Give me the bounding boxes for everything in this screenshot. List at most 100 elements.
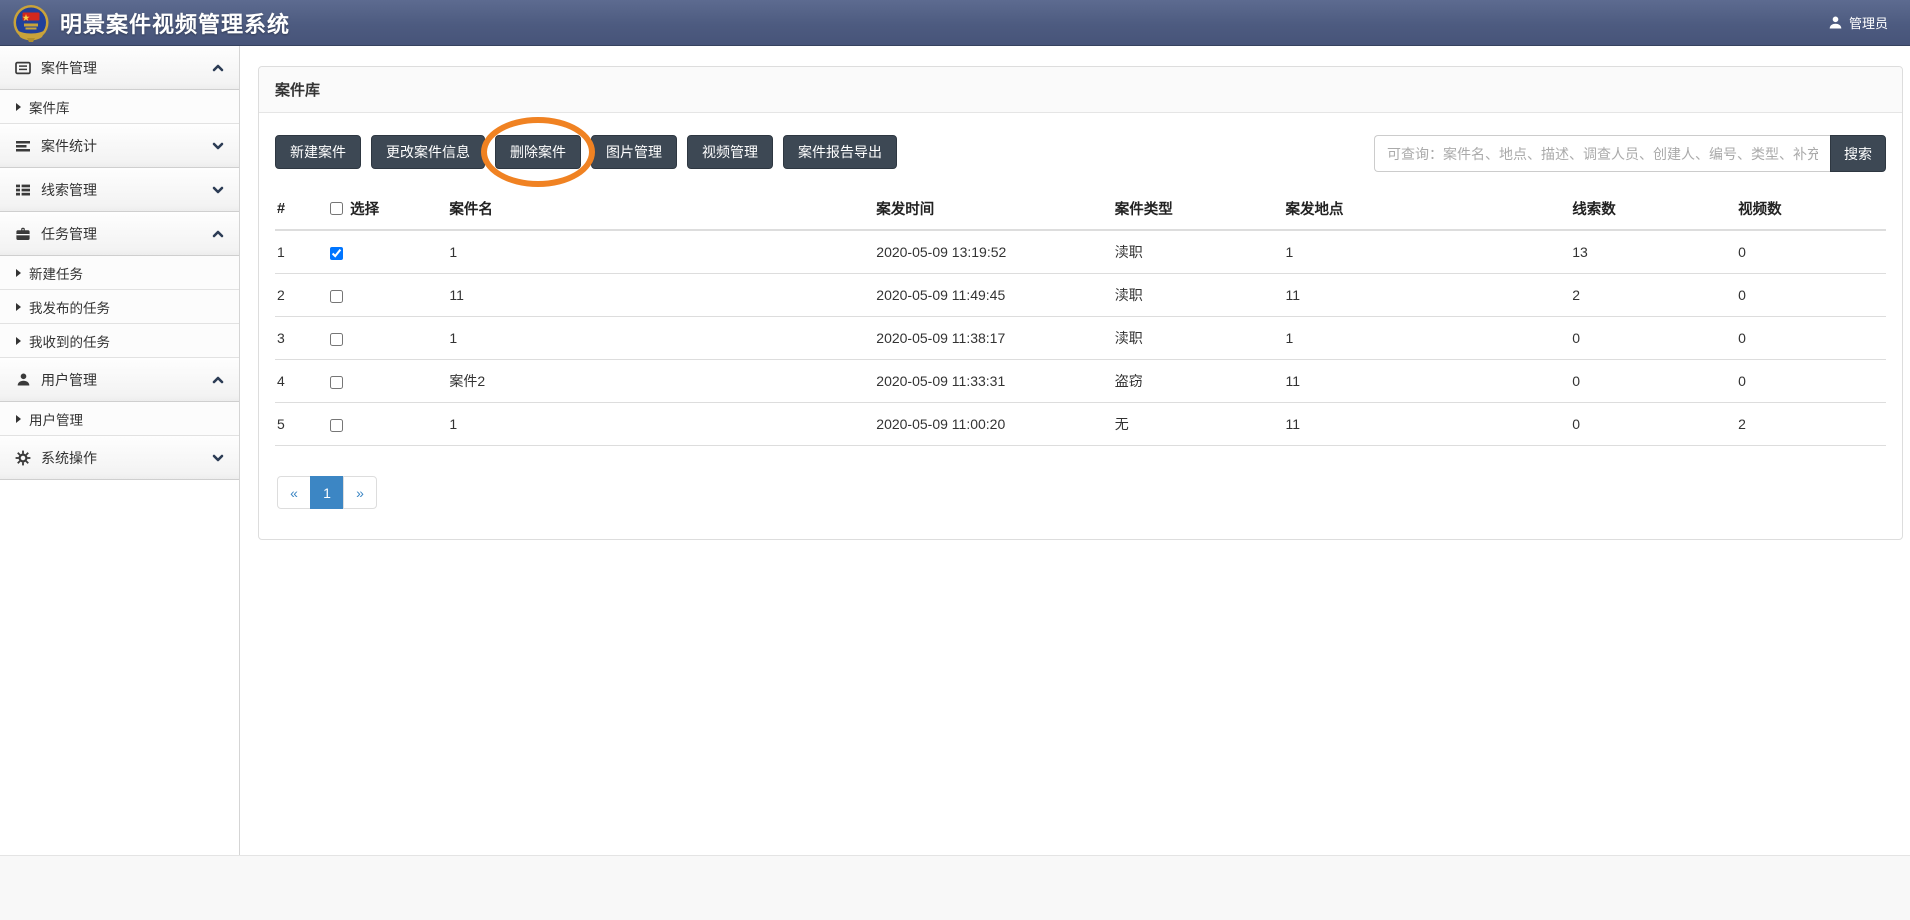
case-location-cell: 1: [1283, 317, 1570, 360]
edit-case-info-button[interactable]: 更改案件信息: [371, 135, 485, 169]
case-report-export-button[interactable]: 案件报告导出: [783, 135, 897, 169]
caret-right-icon: [16, 337, 21, 345]
clue-list-icon: [14, 182, 32, 198]
chevron-up-icon: [211, 61, 225, 75]
row-select-cell: [328, 360, 447, 403]
sidebar-item-my-received-tasks[interactable]: 我收到的任务: [0, 324, 239, 358]
sidebar-item-label: 线索管理: [41, 180, 97, 200]
sidebar-item-label: 案件库: [29, 97, 70, 117]
row-select-cell: [328, 274, 447, 317]
sidebar-item-task-management[interactable]: 任务管理: [0, 212, 239, 256]
annotated-button-wrap: 删除案件: [495, 135, 581, 169]
sidebar-item-label: 案件管理: [41, 58, 97, 78]
statistics-icon: [14, 138, 32, 154]
sidebar-item-label: 新建任务: [29, 263, 83, 283]
select-all-checkbox[interactable]: [330, 202, 343, 215]
row-select-checkbox[interactable]: [330, 419, 343, 432]
clue-count-cell: 0: [1570, 317, 1736, 360]
table-column-header: 案发地点: [1283, 188, 1570, 230]
main-layout: 案件管理案件库案件统计线索管理任务管理新建任务我发布的任务我收到的任务用户管理用…: [0, 46, 1910, 855]
top-navbar: 明景案件视频管理系统 管理员: [0, 0, 1910, 46]
table-column-header: #: [275, 188, 328, 230]
search-input[interactable]: [1374, 135, 1830, 172]
case-name-cell: 1: [447, 403, 874, 446]
pagination-page[interactable]: 1: [310, 476, 344, 509]
case-location-cell: 11: [1283, 274, 1570, 317]
sidebar-item-user-management-sub[interactable]: 用户管理: [0, 402, 239, 436]
clue-count-cell: 0: [1570, 360, 1736, 403]
case-location-cell: 11: [1283, 403, 1570, 446]
navbar-user-menu[interactable]: 管理员: [1828, 13, 1888, 32]
case-type-cell: 渎职: [1113, 317, 1284, 360]
case-name-cell: 1: [447, 317, 874, 360]
sidebar-item-label: 用户管理: [29, 409, 83, 429]
chevron-down-icon: [211, 183, 225, 197]
video-count-cell: 2: [1736, 403, 1886, 446]
clue-count-cell: 13: [1570, 230, 1736, 274]
case-name-cell: 1: [447, 230, 874, 274]
search-button[interactable]: 搜索: [1830, 135, 1886, 172]
row-index: 1: [275, 230, 328, 274]
sidebar-item-label: 案件统计: [41, 136, 97, 156]
table-column-header: 案发时间: [874, 188, 1112, 230]
row-select-checkbox[interactable]: [330, 290, 343, 303]
row-index: 5: [275, 403, 328, 446]
sidebar-item-new-task[interactable]: 新建任务: [0, 256, 239, 290]
video-count-cell: 0: [1736, 230, 1886, 274]
gear-icon: [14, 450, 32, 466]
pagination: «1»: [277, 476, 377, 509]
delete-case-button[interactable]: 删除案件: [495, 135, 581, 169]
case-time-cell: 2020-05-09 11:38:17: [874, 317, 1112, 360]
footer-strip: [0, 855, 1910, 920]
chevron-up-icon: [211, 227, 225, 241]
row-select-cell: [328, 317, 447, 360]
clue-count-cell: 2: [1570, 274, 1736, 317]
row-select-checkbox[interactable]: [330, 376, 343, 389]
police-badge-icon: [10, 2, 52, 44]
row-select-checkbox[interactable]: [330, 247, 343, 260]
sidebar-item-case-library[interactable]: 案件库: [0, 90, 239, 124]
sidebar-item-clue-management[interactable]: 线索管理: [0, 168, 239, 212]
case-management-icon: [14, 60, 32, 76]
case-type-cell: 无: [1113, 403, 1284, 446]
sidebar-item-system-operations[interactable]: 系统操作: [0, 436, 239, 480]
image-management-button[interactable]: 图片管理: [591, 135, 677, 169]
video-management-button[interactable]: 视频管理: [687, 135, 773, 169]
row-index: 3: [275, 317, 328, 360]
video-count-cell: 0: [1736, 360, 1886, 403]
case-time-cell: 2020-05-09 11:00:20: [874, 403, 1112, 446]
sidebar-item-label: 我发布的任务: [29, 297, 110, 317]
table-row: 4案件22020-05-09 11:33:31盗窃1100: [275, 360, 1886, 403]
table-column-header: 案件名: [447, 188, 874, 230]
caret-right-icon: [16, 303, 21, 311]
sidebar-item-my-published-tasks[interactable]: 我发布的任务: [0, 290, 239, 324]
pagination-next[interactable]: »: [343, 476, 377, 509]
page-root: 明景案件视频管理系统 管理员 案件管理案件库案件统计线索管理任务管理新建任务我发…: [0, 0, 1910, 920]
case-type-cell: 渎职: [1113, 230, 1284, 274]
sidebar-item-user-management[interactable]: 用户管理: [0, 358, 239, 402]
table-row: 2112020-05-09 11:49:45渎职1120: [275, 274, 1886, 317]
row-index: 4: [275, 360, 328, 403]
case-library-panel: 案件库 新建案件更改案件信息删除案件图片管理视频管理案件报告导出 搜索: [258, 66, 1903, 540]
row-select-cell: [328, 230, 447, 274]
case-table: #选择案件名案发时间案件类型案发地点线索数视频数 112020-05-09 13…: [275, 188, 1886, 446]
sidebar-item-case-statistics[interactable]: 案件统计: [0, 124, 239, 168]
pagination-prev[interactable]: «: [277, 476, 311, 509]
case-time-cell: 2020-05-09 13:19:52: [874, 230, 1112, 274]
panel-header: 案件库: [259, 67, 1902, 113]
sidebar-item-case-management[interactable]: 案件管理: [0, 46, 239, 90]
toolbar-row: 新建案件更改案件信息删除案件图片管理视频管理案件报告导出 搜索: [275, 135, 1886, 172]
column-label: 选择: [350, 198, 379, 219]
row-select-checkbox[interactable]: [330, 333, 343, 346]
table-row: 312020-05-09 11:38:17渎职100: [275, 317, 1886, 360]
caret-right-icon: [16, 269, 21, 277]
new-case-button[interactable]: 新建案件: [275, 135, 361, 169]
table-column-header: 视频数: [1736, 188, 1886, 230]
row-index: 2: [275, 274, 328, 317]
case-type-cell: 盗窃: [1113, 360, 1284, 403]
user-icon: [14, 372, 32, 387]
app-title: 明景案件视频管理系统: [60, 7, 290, 39]
table-column-header: 线索数: [1570, 188, 1736, 230]
row-select-cell: [328, 403, 447, 446]
panel-title: 案件库: [275, 82, 320, 99]
